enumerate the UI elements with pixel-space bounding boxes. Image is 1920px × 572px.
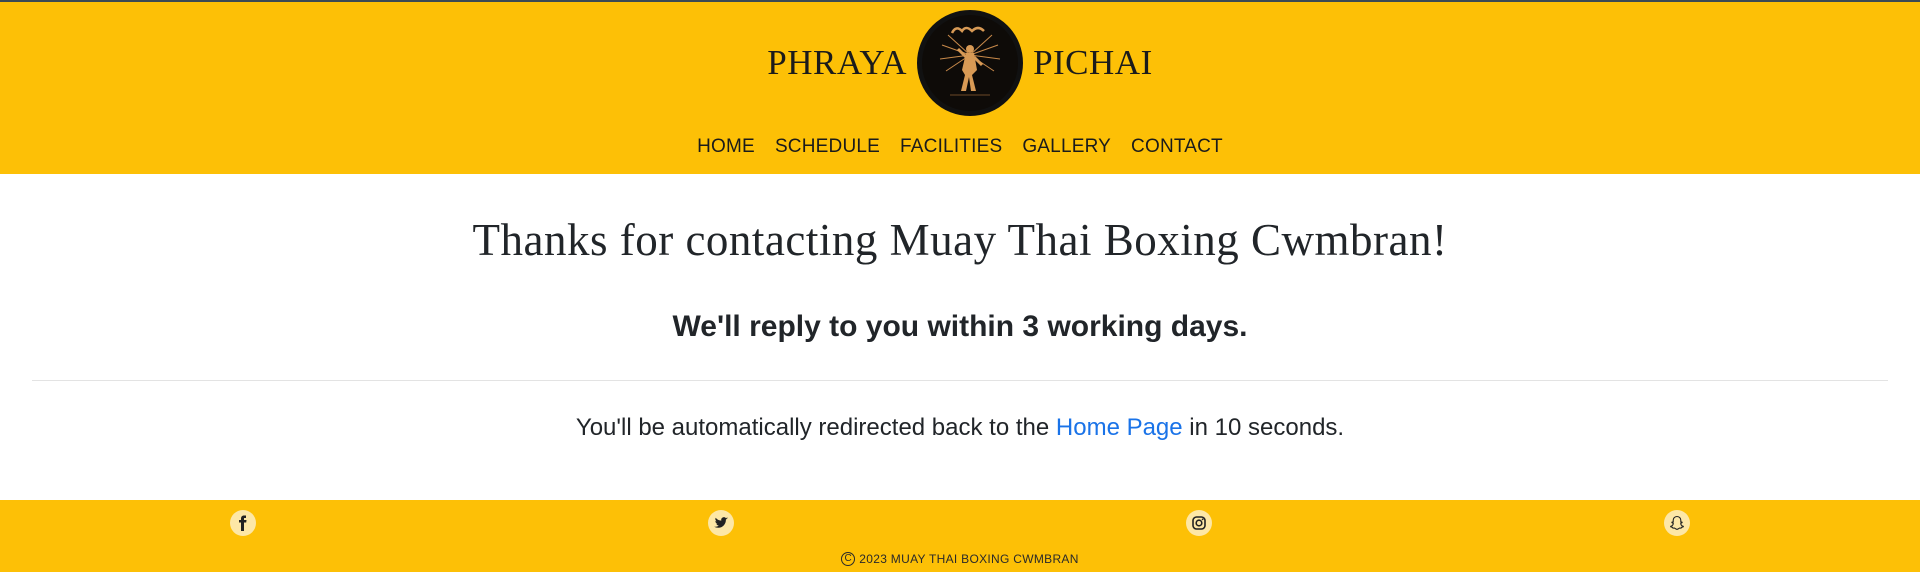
divider — [32, 380, 1888, 381]
site-header: PHRAYA PICHAI HOME SCHEDULE FACILITIES G… — [0, 2, 1920, 174]
nav-facilities[interactable]: FACILITIES — [900, 136, 1002, 158]
copyright: C 2023 MUAY THAI BOXING CWMBRAN — [0, 552, 1920, 566]
reply-notice: We'll reply to you within 3 working days… — [672, 310, 1248, 343]
muay-thai-fighter-logo-icon[interactable] — [917, 10, 1024, 116]
redirect-message: You'll be automatically redirected back … — [0, 414, 1920, 442]
copyright-icon: C — [841, 552, 856, 566]
thank-you-section: Thanks for contacting Muay Thai Boxing C… — [0, 174, 1920, 500]
nav-schedule[interactable]: SCHEDULE — [775, 136, 880, 158]
twitter-icon[interactable] — [708, 510, 734, 536]
page-title: Thanks for contacting Muay Thai Boxing C… — [472, 215, 1448, 265]
redirect-text-after: in 10 seconds. — [1182, 414, 1345, 441]
brand-right-word: PICHAI — [1033, 43, 1153, 82]
brand-left-word: PHRAYA — [767, 43, 908, 82]
brand[interactable]: PHRAYA PICHAI — [0, 10, 1920, 116]
copyright-text: 2023 MUAY THAI BOXING CWMBRAN — [859, 552, 1079, 566]
home-page-link[interactable]: Home Page — [1056, 414, 1183, 441]
instagram-icon[interactable] — [1186, 510, 1212, 536]
facebook-icon[interactable] — [230, 510, 256, 536]
main-nav: HOME SCHEDULE FACILITIES GALLERY CONTACT — [0, 136, 1920, 158]
nav-home[interactable]: HOME — [697, 136, 755, 158]
nav-contact[interactable]: CONTACT — [1131, 136, 1223, 158]
snapchat-icon[interactable] — [1664, 510, 1690, 536]
site-footer: C 2023 MUAY THAI BOXING CWMBRAN — [0, 500, 1920, 572]
redirect-text-before: You'll be automatically redirected back … — [575, 414, 1056, 441]
nav-gallery[interactable]: GALLERY — [1022, 136, 1111, 158]
